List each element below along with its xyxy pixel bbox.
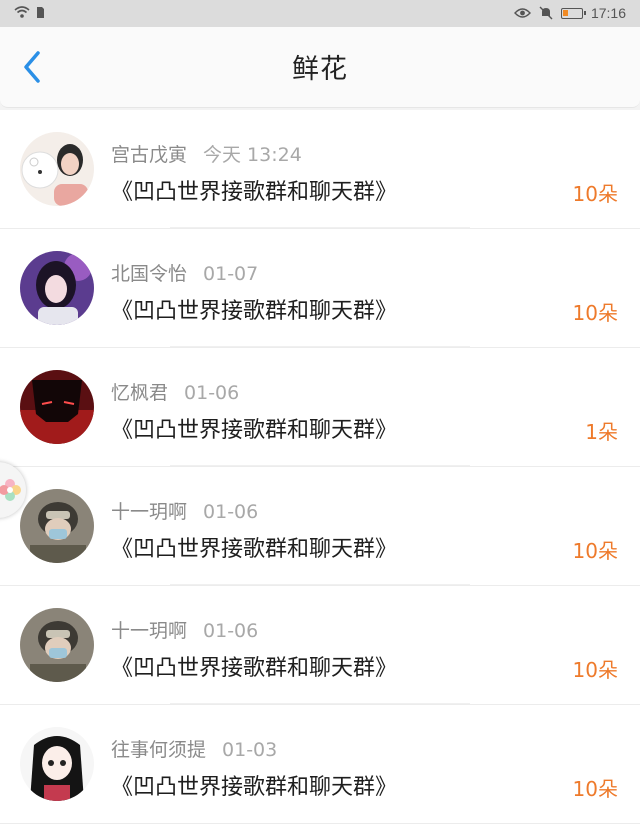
divider [170,703,470,704]
header-bar: 鲜花 [0,27,640,108]
gift-message: 《凹凸世界接歌群和聊天群》 [111,418,398,443]
page-title: 鲜花 [292,54,348,85]
sender-name[interactable]: 宫古戊寅 [111,144,187,166]
send-date: 01-06 [184,382,240,404]
gift-message: 《凹凸世界接歌群和聊天群》 [111,299,398,324]
item-meta: 往事何须提 01-03 [111,735,277,762]
sender-name[interactable]: 十一玥啊 [111,620,187,642]
sender-name[interactable]: 忆枫君 [111,382,168,404]
divider [170,584,470,585]
flower-count: 10朵 [572,539,618,563]
divider [170,465,470,466]
list-item[interactable]: 北国令怡 01-07 《凹凸世界接歌群和聊天群》 10朵 [0,229,640,348]
list-item[interactable]: 往事何须提 01-03 《凹凸世界接歌群和聊天群》 10朵 [0,705,640,824]
avatar[interactable] [20,489,94,563]
item-meta: 十一玥啊 01-06 [111,616,258,643]
avatar[interactable] [20,251,94,325]
status-right: 17:16 [513,5,626,21]
eye-icon [513,8,531,18]
flower-count: 1朵 [585,420,618,444]
avatar[interactable] [20,608,94,682]
gift-message: 《凹凸世界接歌群和聊天群》 [111,775,398,800]
battery-icon [560,7,586,19]
item-meta: 北国令怡 01-07 [111,259,258,286]
status-time: 17:16 [590,5,626,21]
status-left [14,5,45,19]
gift-message: 《凹凸世界接歌群和聊天群》 [111,656,398,681]
item-meta: 忆枫君 01-06 [111,378,239,405]
sender-name[interactable]: 北国令怡 [111,263,187,285]
floating-assistant-button[interactable] [0,462,26,518]
avatar[interactable] [20,727,94,801]
flower-count: 10朵 [572,658,618,682]
avatar[interactable] [20,370,94,444]
send-date: 01-06 [203,501,259,523]
sim-icon [37,6,44,18]
list-item[interactable]: 十一玥啊 01-06 《凹凸世界接歌群和聊天群》 10朵 [0,586,640,705]
item-meta: 十一玥啊 01-06 [111,497,258,524]
wifi-icon [14,6,30,18]
divider [170,346,470,347]
flower-count: 10朵 [572,182,618,206]
list-item[interactable]: 忆枫君 01-06 《凹凸世界接歌群和聊天群》 1朵 [0,348,640,467]
list-item[interactable]: 十一玥啊 01-06 《凹凸世界接歌群和聊天群》 10朵 [0,467,640,586]
sender-name[interactable]: 十一玥啊 [111,501,187,523]
flower-list: 宫古戊寅 今天 13:24 《凹凸世界接歌群和聊天群》 10朵 北国令怡 01-07… [0,110,640,824]
flower-count: 10朵 [572,777,618,801]
list-item[interactable]: 宫古戊寅 今天 13:24 《凹凸世界接歌群和聊天群》 10朵 [0,110,640,229]
item-meta: 宫古戊寅 今天 13:24 [111,140,302,167]
gift-message: 《凹凸世界接歌群和聊天群》 [111,537,398,562]
send-date: 01-06 [203,620,259,642]
flower-icon [0,479,21,501]
flower-count: 10朵 [572,301,618,325]
mute-bell-icon [539,6,553,20]
sender-name[interactable]: 往事何须提 [111,739,206,761]
gift-message: 《凹凸世界接歌群和聊天群》 [111,180,398,205]
avatar[interactable] [20,132,94,206]
status-bar: 17:16 [0,0,640,27]
send-date: 今天 13:24 [203,144,302,166]
send-date: 01-03 [222,739,278,761]
divider [170,227,470,228]
send-date: 01-07 [203,263,259,285]
